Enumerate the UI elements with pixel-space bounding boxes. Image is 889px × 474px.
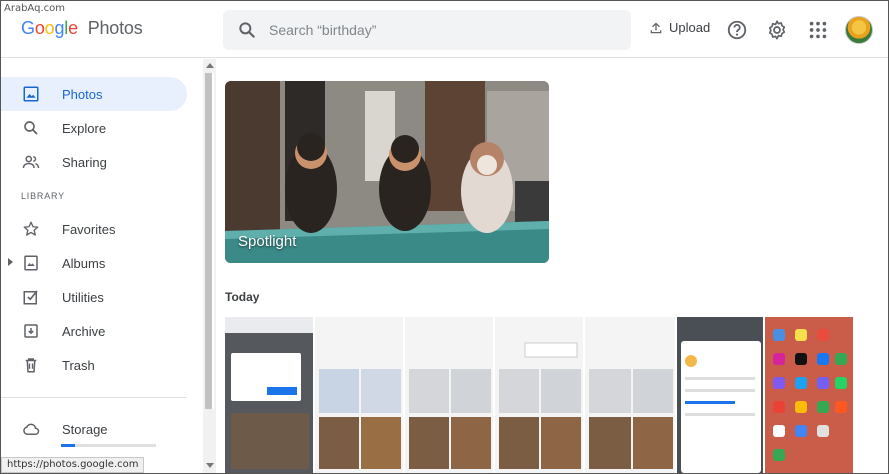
- sidebar-scrollbar[interactable]: [203, 59, 216, 473]
- logo-google-text: Google: [21, 18, 78, 38]
- sidebar-item-favorites[interactable]: Favorites: [1, 212, 187, 246]
- trash-icon: [25, 358, 37, 373]
- top-bar: Google Photos Upload: [1, 1, 888, 58]
- sidebar-item-explore[interactable]: Explore: [1, 111, 187, 145]
- sidebar-item-label: Favorites: [62, 221, 116, 237]
- scroll-up-arrow-icon[interactable]: [206, 63, 214, 68]
- search-box[interactable]: [223, 10, 631, 50]
- sidebar-item-utilities[interactable]: Utilities: [1, 280, 187, 314]
- settings-gear-icon[interactable]: [766, 19, 788, 41]
- sidebar-item-label: Photos: [62, 86, 103, 102]
- scroll-down-arrow-icon[interactable]: [206, 463, 214, 468]
- spotlight-label: Spotlight: [238, 233, 297, 250]
- cloud-icon: [23, 423, 40, 435]
- spotlight-card[interactable]: Spotlight: [225, 81, 549, 263]
- scrollbar-thumb[interactable]: [205, 73, 214, 409]
- library-section-label: LIBRARY: [21, 191, 65, 201]
- upload-button[interactable]: Upload: [649, 20, 710, 35]
- sidebar-item-label: Trash: [62, 357, 95, 373]
- star-icon: [23, 221, 39, 236]
- photo-thumbnail[interactable]: [405, 317, 495, 473]
- photo-thumbnail[interactable]: [495, 317, 585, 473]
- screenshot-thumbnail: [495, 317, 583, 473]
- search-icon[interactable]: [237, 20, 257, 40]
- album-icon: [24, 255, 38, 271]
- search-input[interactable]: [269, 10, 619, 50]
- photo-icon: [23, 86, 39, 102]
- screenshot-thumbnail: [405, 317, 493, 473]
- sidebar-item-sharing[interactable]: Sharing: [1, 145, 187, 179]
- screenshot-thumbnail: [765, 317, 853, 473]
- photo-thumbnail[interactable]: [677, 317, 765, 473]
- upload-label: Upload: [669, 20, 711, 35]
- sidebar-item-label: Utilities: [62, 289, 104, 305]
- utilities-icon: [23, 290, 38, 305]
- status-bar-url: https://photos.google.com: [1, 457, 145, 473]
- screenshot-thumbnail: [225, 317, 313, 473]
- help-icon[interactable]: [726, 19, 748, 41]
- logo-photos-text: Photos: [87, 18, 143, 38]
- sidebar-nav: Photos Explore Sharing LIBRARY Favorites…: [1, 59, 201, 473]
- people-icon: [22, 155, 40, 169]
- sidebar-item-storage[interactable]: Storage: [1, 412, 187, 446]
- sidebar-item-photos[interactable]: Photos: [1, 77, 187, 111]
- sidebar-item-label: Archive: [62, 323, 106, 339]
- photo-thumbnail[interactable]: [315, 317, 405, 473]
- sidebar-divider: [1, 397, 187, 398]
- screenshot-thumbnail: [677, 317, 763, 473]
- photo-thumbnail[interactable]: [765, 317, 855, 473]
- search-icon: [24, 121, 38, 135]
- photo-thumbnail[interactable]: [225, 317, 315, 473]
- apps-grid-icon[interactable]: [807, 19, 829, 41]
- sidebar-item-albums[interactable]: Albums: [1, 246, 187, 280]
- photo-thumbnail[interactable]: [585, 317, 677, 473]
- section-heading-today: Today: [225, 290, 260, 304]
- google-photos-logo[interactable]: Google Photos: [21, 18, 143, 39]
- sidebar-item-label: Sharing: [62, 154, 107, 170]
- sidebar-item-label: Storage: [62, 421, 108, 437]
- sidebar-item-label: Explore: [62, 120, 107, 136]
- account-avatar[interactable]: [845, 16, 873, 44]
- archive-icon: [24, 324, 38, 338]
- sidebar-item-label: Albums: [62, 255, 106, 271]
- screenshot-thumbnail: [315, 317, 403, 473]
- sidebar-item-archive[interactable]: Archive: [1, 314, 187, 348]
- storage-usage-bar: [61, 444, 156, 447]
- storage-usage-fill: [61, 444, 76, 447]
- photo-grid-today: [225, 317, 889, 473]
- upload-icon: [650, 22, 662, 33]
- screenshot-thumbnail: [585, 317, 675, 473]
- sidebar-item-trash[interactable]: Trash: [1, 348, 187, 382]
